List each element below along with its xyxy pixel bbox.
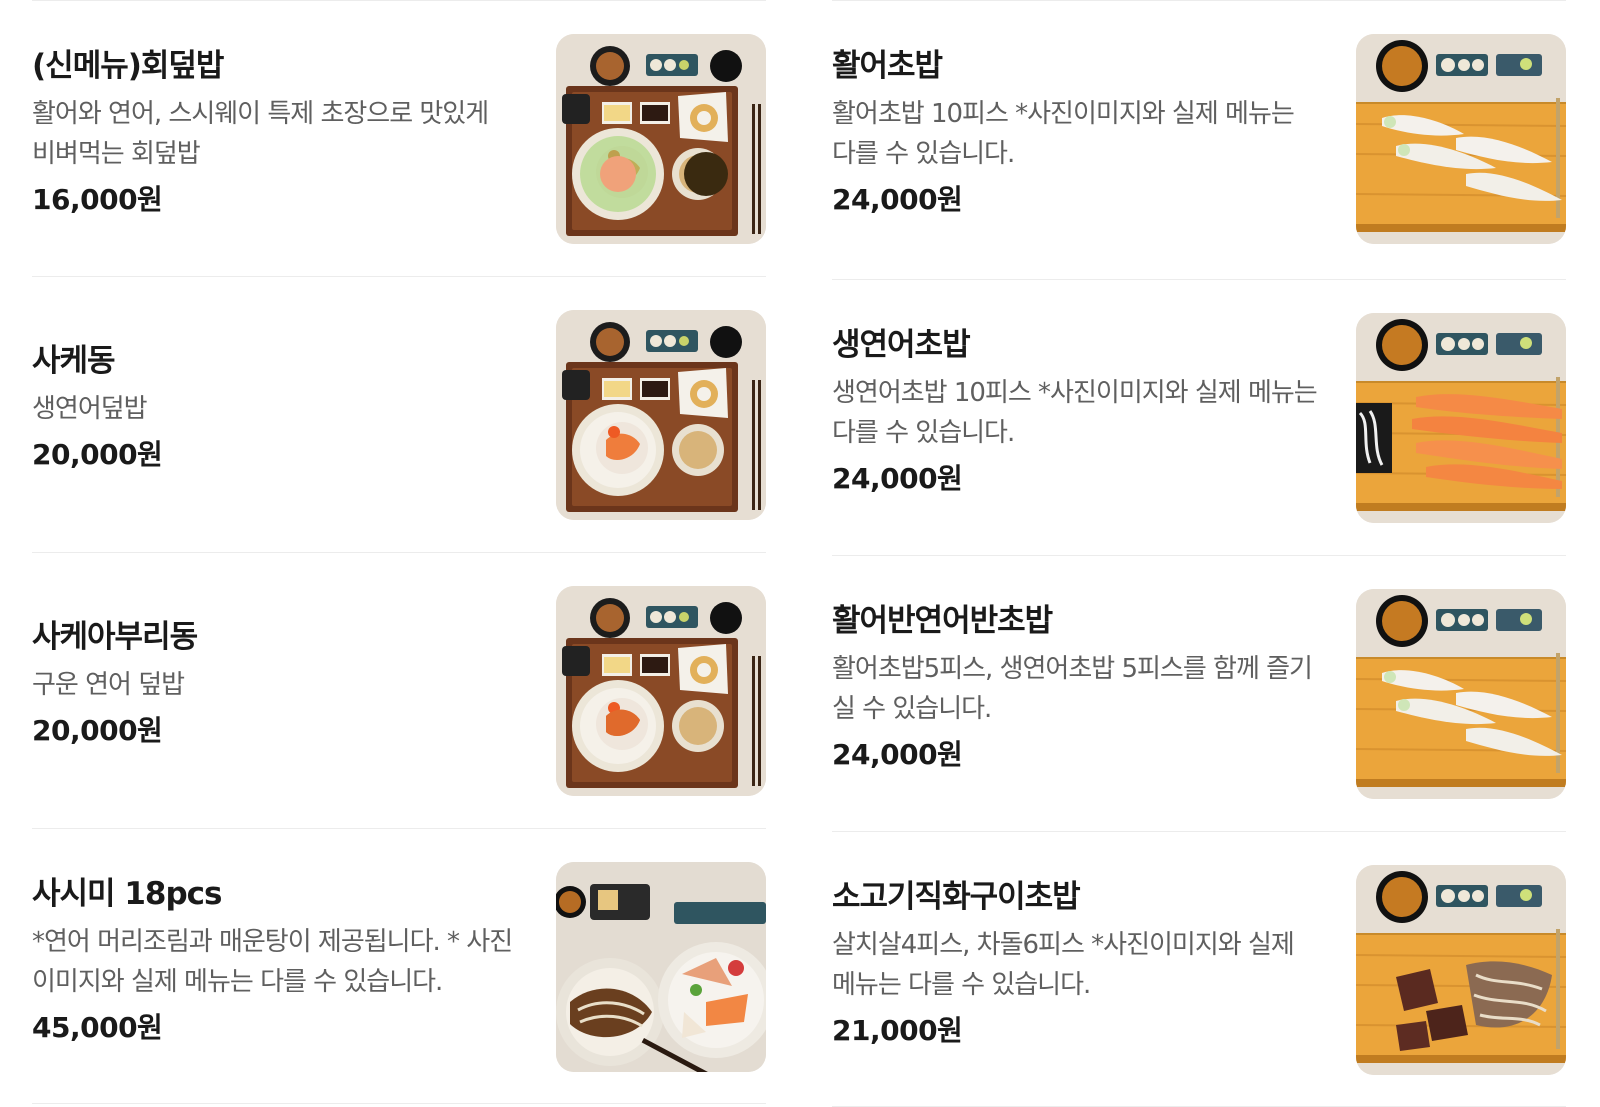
menu-item-photo[interactable]	[1356, 313, 1566, 523]
menu-item-description: 활어초밥5피스, 생연어초밥 5피스를 함께 즐기실 수 있습니다.	[832, 654, 1313, 724]
menu-item-price: 20,000원	[32, 714, 163, 747]
menu-item-photo[interactable]	[1356, 34, 1566, 244]
menu-item-text: 사케동 생연어덮밥 20,000원	[32, 341, 517, 475]
menu-item-price: 24,000원	[832, 183, 963, 216]
menu-item-price: 24,000원	[832, 462, 963, 495]
menu-item-price: 21,000원	[832, 1014, 963, 1047]
menu-item-description: 활어와 연어, 스시웨이 특제 초장으로 맛있게 비벼먹는 회덮밥	[32, 99, 489, 169]
menu-item-photo[interactable]	[1356, 589, 1566, 799]
menu-item-text: (신메뉴)회덮밥 활어와 연어, 스시웨이 특제 초장으로 맛있게 비벼먹는 회…	[32, 46, 517, 220]
menu-item-name: 사케동	[32, 343, 116, 379]
menu-item-text: 활어초밥 활어초밥 10피스 *사진이미지와 실제 메뉴는 다를 수 있습니다.…	[832, 46, 1317, 220]
menu-item-description: 생연어덮밥	[32, 394, 148, 424]
menu-item-name: 활어초밥	[832, 48, 943, 84]
menu-column-left: (신메뉴)회덮밥 활어와 연어, 스시웨이 특제 초장으로 맛있게 비벼먹는 회…	[32, 0, 766, 1104]
menu-item-name: (신메뉴)회덮밥	[32, 48, 224, 84]
menu-item-price: 16,000원	[32, 183, 163, 216]
menu-item-name: 사시미 18pcs	[32, 876, 223, 912]
menu-item[interactable]: (신메뉴)회덮밥 활어와 연어, 스시웨이 특제 초장으로 맛있게 비벼먹는 회…	[32, 0, 766, 276]
menu-item-description: 살치살4피스, 차돌6피스 *사진이미지와 실제 메뉴는 다를 수 있습니다.	[832, 930, 1295, 1000]
menu-item-price: 24,000원	[832, 738, 963, 771]
menu-item-photo[interactable]	[1356, 865, 1566, 1075]
menu-item-price: 45,000원	[32, 1011, 163, 1044]
menu-item-price: 20,000원	[32, 438, 163, 471]
menu-item[interactable]: 사시미 18pcs *연어 머리조림과 매운탕이 제공됩니다. * 사진이미지와…	[32, 828, 766, 1104]
menu-item-name: 소고기직화구이초밥	[832, 879, 1081, 915]
menu-item-description: *연어 머리조림과 매운탕이 제공됩니다. * 사진이미지와 실제 메뉴는 다를…	[32, 927, 513, 997]
menu-item-photo[interactable]	[556, 34, 766, 244]
menu-item-name: 생연어초밥	[832, 327, 971, 363]
menu-item[interactable]: 활어초밥 활어초밥 10피스 *사진이미지와 실제 메뉴는 다를 수 있습니다.…	[832, 0, 1566, 279]
menu-item-description: 구운 연어 덮밥	[32, 670, 185, 700]
menu-item-text: 사시미 18pcs *연어 머리조림과 매운탕이 제공됩니다. * 사진이미지와…	[32, 874, 517, 1048]
menu-item-text: 생연어초밥 생연어초밥 10피스 *사진이미지와 실제 메뉴는 다를 수 있습니…	[832, 325, 1317, 499]
menu-item[interactable]: 사케아부리동 구운 연어 덮밥 20,000원	[32, 552, 766, 828]
menu-item-photo[interactable]	[556, 310, 766, 520]
menu-item[interactable]: 생연어초밥 생연어초밥 10피스 *사진이미지와 실제 메뉴는 다를 수 있습니…	[832, 279, 1566, 555]
menu-item-photo[interactable]	[556, 586, 766, 796]
menu-item-name: 활어반연어반초밥	[832, 603, 1053, 639]
menu-item[interactable]: 활어반연어반초밥 활어초밥5피스, 생연어초밥 5피스를 함께 즐기실 수 있습…	[832, 555, 1566, 831]
menu-item[interactable]: 사케동 생연어덮밥 20,000원	[32, 276, 766, 552]
menu-item-photo[interactable]	[556, 862, 766, 1072]
menu-item-name: 사케아부리동	[32, 619, 198, 655]
menu-item-text: 활어반연어반초밥 활어초밥5피스, 생연어초밥 5피스를 함께 즐기실 수 있습…	[832, 601, 1317, 775]
menu-item[interactable]: 소고기직화구이초밥 살치살4피스, 차돌6피스 *사진이미지와 실제 메뉴는 다…	[832, 831, 1566, 1107]
menu-item-text: 사케아부리동 구운 연어 덮밥 20,000원	[32, 617, 517, 751]
menu-item-text: 소고기직화구이초밥 살치살4피스, 차돌6피스 *사진이미지와 실제 메뉴는 다…	[832, 877, 1317, 1051]
menu-column-right: 활어초밥 활어초밥 10피스 *사진이미지와 실제 메뉴는 다를 수 있습니다.…	[832, 0, 1566, 1107]
menu-item-description: 생연어초밥 10피스 *사진이미지와 실제 메뉴는 다를 수 있습니다.	[832, 378, 1317, 448]
menu-item-description: 활어초밥 10피스 *사진이미지와 실제 메뉴는 다를 수 있습니다.	[832, 99, 1295, 169]
